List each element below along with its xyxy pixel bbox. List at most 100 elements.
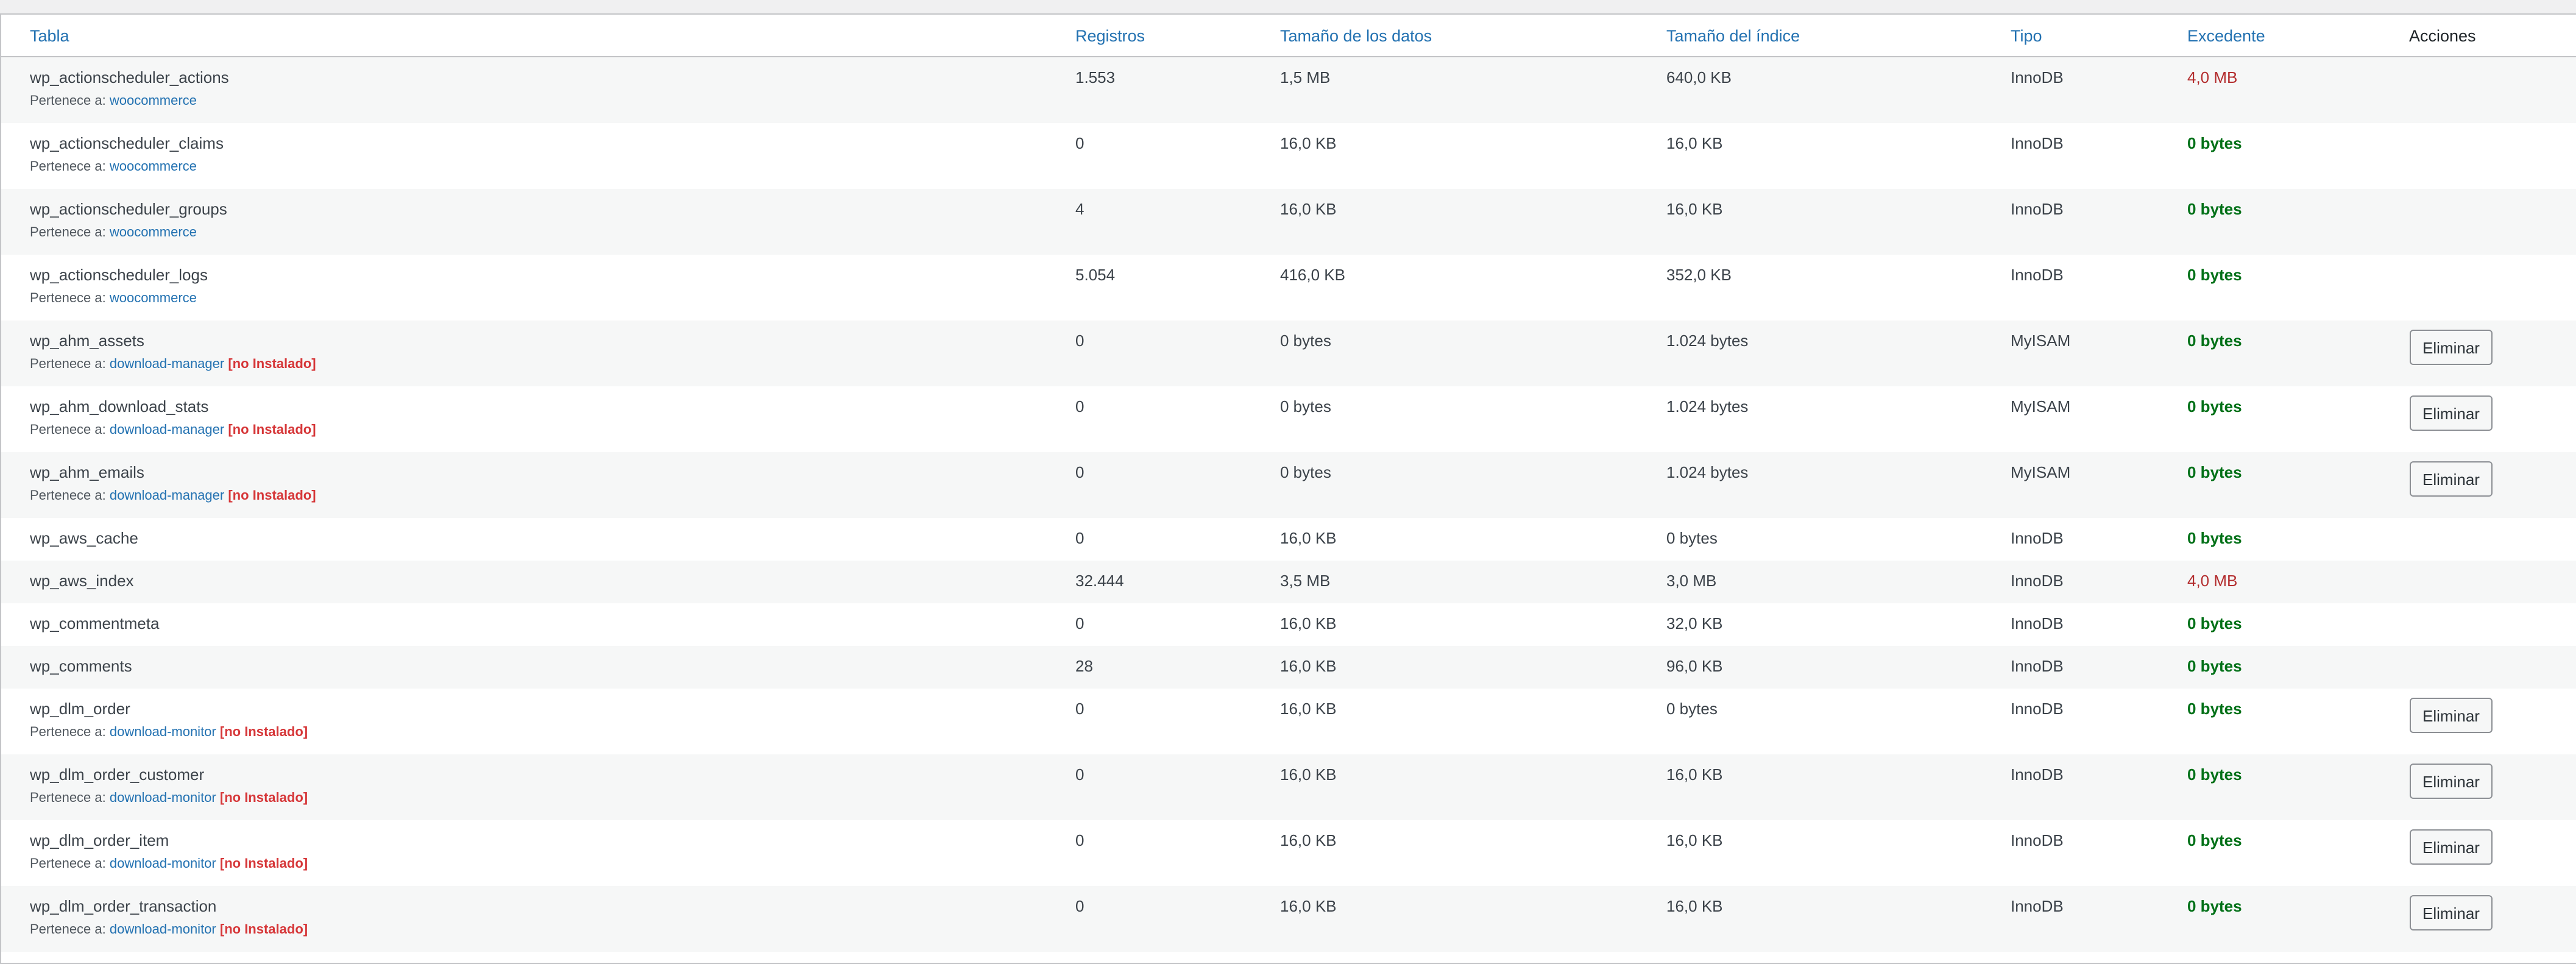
not-installed-badge: [no Instalado] — [219, 790, 308, 805]
table-name: wp_commentmeta — [30, 614, 160, 633]
not-installed-badge: [no Instalado] — [228, 422, 316, 437]
table-name: wp_ahm_assets — [30, 331, 144, 350]
table-row: wp_aws_cache 0 16,0 KB 0 bytes InnoDB 0 bytes — [1, 518, 2576, 561]
table-name: wp_comments — [30, 657, 132, 675]
column-header-overhead[interactable]: Excedente — [2187, 26, 2265, 47]
engine-type: MyISAM — [2011, 463, 2071, 481]
overhead-value: 0 bytes — [2187, 657, 2242, 675]
records-count: 0 — [1075, 700, 1085, 718]
delete-button[interactable]: Eliminar — [2410, 698, 2493, 733]
overhead-value: 0 bytes — [2187, 200, 2242, 218]
index-size-value: 0 bytes — [1666, 700, 1718, 718]
table-row: wp_dlm_order 0 16,0 KB 0 bytes InnoDB 0 bytes… — [1, 689, 2576, 754]
engine-type: InnoDB — [2011, 529, 2064, 547]
table-name: wp_aws_cache — [30, 529, 138, 547]
belongs-to-label: Pertenece a: — [30, 422, 106, 437]
not-installed-badge: [no Instalado] — [228, 356, 316, 371]
data-size-value: 16,0 KB — [1280, 765, 1337, 784]
index-size-value: 352,0 KB — [1666, 266, 1732, 284]
delete-button[interactable]: Eliminar — [2410, 330, 2493, 365]
owner-plugin-link[interactable]: download-manager — [110, 422, 224, 437]
table-name: wp_actionscheduler_actions — [30, 68, 229, 87]
data-size-value: 16,0 KB — [1280, 529, 1337, 547]
table-row: wp_commentmeta 0 16,0 KB 32,0 KB InnoDB 0 byt… — [1, 603, 2576, 646]
engine-type: MyISAM — [2011, 397, 2071, 416]
data-size-value: 0 bytes — [1280, 331, 1331, 350]
engine-type: MyISAM — [2011, 331, 2071, 350]
column-header-index-size[interactable]: Tamaño del índice — [1666, 26, 1800, 47]
owner-line: Pertenece a: woocommerce — [30, 289, 197, 307]
engine-type: InnoDB — [2011, 831, 2064, 849]
table-row: wp_aws_index 32.444 3,5 MB 3,0 MB InnoDB 4,0 … — [1, 561, 2576, 603]
table-row: wp_ahm_assets 0 0 bytes 1.024 bytes MyISAM 0 … — [1, 321, 2576, 386]
table-name: wp_ahm_emails — [30, 463, 144, 481]
table-row: wp_comments 28 16,0 KB 96,0 KB InnoDB 0 bytes — [1, 646, 2576, 689]
engine-type: InnoDB — [2011, 572, 2064, 590]
belongs-to-label: Pertenece a: — [30, 93, 106, 108]
records-count: 0 — [1075, 134, 1085, 152]
owner-plugin-link[interactable]: download-monitor — [110, 921, 216, 937]
not-installed-badge: [no Instalado] — [219, 921, 308, 937]
not-installed-badge: [no Instalado] — [219, 724, 308, 739]
column-header-table[interactable]: Tabla — [30, 26, 69, 47]
owner-line: Pertenece a: woocommerce — [30, 158, 197, 175]
records-count: 0 — [1075, 529, 1085, 547]
owner-plugin-link[interactable]: woocommerce — [110, 224, 197, 239]
owner-plugin-link[interactable]: download-manager — [110, 356, 224, 371]
column-header-actions: Acciones — [2409, 27, 2476, 45]
engine-type: InnoDB — [2011, 700, 2064, 718]
database-tables-panel: Tabla Registros Tamaño de los datos Tama… — [0, 13, 2576, 964]
table-row: wp_dlm_order_transaction 0 16,0 KB 16,0 KB I… — [1, 886, 2576, 952]
belongs-to-label: Pertenece a: — [30, 487, 106, 503]
overhead-value: 4,0 MB — [2187, 68, 2238, 87]
owner-plugin-link[interactable]: woocommerce — [110, 290, 197, 305]
data-size-value: 16,0 KB — [1280, 700, 1337, 718]
delete-button[interactable]: Eliminar — [2410, 764, 2493, 799]
owner-plugin-link[interactable]: download-manager — [110, 487, 224, 503]
engine-type: InnoDB — [2011, 266, 2064, 284]
records-count: 0 — [1075, 897, 1085, 915]
overhead-value: 0 bytes — [2187, 266, 2242, 284]
records-count: 5.054 — [1075, 266, 1116, 284]
overhead-value: 0 bytes — [2187, 765, 2242, 784]
owner-line: Pertenece a: woocommerce — [30, 92, 197, 110]
table-name: wp_dlm_order_customer — [30, 765, 205, 784]
data-size-value: 416,0 KB — [1280, 266, 1345, 284]
overhead-value: 0 bytes — [2187, 831, 2242, 849]
data-size-value: 3,5 MB — [1280, 572, 1331, 590]
index-size-value: 16,0 KB — [1666, 897, 1723, 915]
owner-line: Pertenece a: download-monitor [no Instal… — [30, 723, 308, 741]
owner-line: Pertenece a: download-manager [no Instal… — [30, 355, 316, 373]
column-header-data-size[interactable]: Tamaño de los datos — [1280, 26, 1432, 47]
column-header-type[interactable]: Tipo — [2011, 26, 2042, 47]
overhead-value: 0 bytes — [2187, 700, 2242, 718]
overhead-value: 0 bytes — [2187, 331, 2242, 350]
belongs-to-label: Pertenece a: — [30, 290, 106, 305]
delete-button[interactable]: Eliminar — [2410, 395, 2493, 431]
owner-plugin-link[interactable]: woocommerce — [110, 93, 197, 108]
table-header: Tabla Registros Tamaño de los datos Tama… — [1, 15, 2576, 57]
data-size-value: 16,0 KB — [1280, 134, 1337, 152]
overhead-value: 4,0 MB — [2187, 572, 2238, 590]
delete-button[interactable]: Eliminar — [2410, 829, 2493, 865]
table-name: wp_ahm_download_stats — [30, 397, 209, 416]
owner-plugin-link[interactable]: download-monitor — [110, 724, 216, 739]
table-name: wp_dlm_order — [30, 700, 130, 718]
belongs-to-label: Pertenece a: — [30, 856, 106, 871]
table-row: wp_ahm_download_stats 0 0 bytes 1.024 bytes… — [1, 386, 2576, 452]
owner-plugin-link[interactable]: woocommerce — [110, 158, 197, 174]
owner-line: Pertenece a: download-monitor [no Instal… — [30, 855, 308, 873]
index-size-value: 16,0 KB — [1666, 831, 1723, 849]
belongs-to-label: Pertenece a: — [30, 921, 106, 937]
delete-button[interactable]: Eliminar — [2410, 895, 2493, 930]
table-row: wp_actionscheduler_claims 0 16,0 KB 16,0 KB… — [1, 123, 2576, 189]
index-size-value: 0 bytes — [1666, 529, 1718, 547]
owner-plugin-link[interactable]: download-monitor — [110, 856, 216, 871]
column-header-records[interactable]: Registros — [1075, 26, 1145, 47]
delete-button[interactable]: Eliminar — [2410, 461, 2493, 497]
table-row: wp_dlm_order_customer 0 16,0 KB 16,0 KB Inno… — [1, 754, 2576, 820]
owner-plugin-link[interactable]: download-monitor — [110, 790, 216, 805]
owner-line: Pertenece a: download-manager [no Instal… — [30, 487, 316, 505]
table-name: wp_dlm_order_item — [30, 831, 169, 849]
table-name: wp_actionscheduler_claims — [30, 134, 224, 152]
